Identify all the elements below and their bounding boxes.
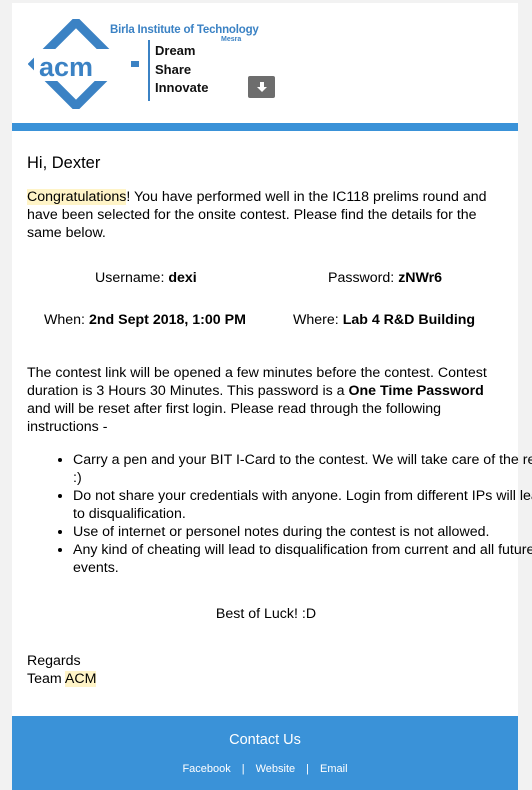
- when-value: 2nd Sept 2018, 1:00 PM: [88, 312, 246, 328]
- email-container: acm Birla Institute of Technology Mesra …: [12, 3, 532, 790]
- header-accent-bar: [12, 123, 518, 131]
- congrats-highlight: Congratulations: [27, 189, 127, 205]
- link-separator: |: [306, 763, 310, 775]
- when-detail: When: 2nd Sept 2018, 1:00 PM: [44, 311, 246, 329]
- instruction-item: Carry a pen and your BIT I-Card to the c…: [73, 451, 532, 487]
- password-detail: Password: zNWr6: [328, 269, 442, 287]
- username-label: Username:: [95, 270, 165, 286]
- regards: Regards: [27, 653, 81, 669]
- institute-subtitle: Mesra: [221, 36, 242, 43]
- team-prefix: Team: [27, 671, 65, 687]
- link-separator: |: [241, 763, 245, 775]
- username-detail: Username: dexi: [95, 269, 197, 287]
- contest-info-paragraph: The contest link will be opened a few mi…: [27, 364, 505, 436]
- when-label: When:: [44, 312, 86, 328]
- instruction-item: Use of internet or personel notes during…: [73, 523, 532, 541]
- logo-divider: [148, 40, 150, 101]
- download-arrow-icon: [256, 82, 267, 92]
- tagline-innovate: Innovate: [155, 80, 209, 95]
- website-link[interactable]: Website: [256, 763, 296, 775]
- signature: Team ACM: [27, 670, 97, 688]
- where-detail: Where: Lab 4 R&D Building: [293, 311, 475, 329]
- username-value: dexi: [168, 270, 197, 286]
- instruction-item: Any kind of cheating will lead to disqua…: [73, 541, 532, 577]
- instruction-item: Do not share your credentials with anyon…: [73, 487, 532, 523]
- password-value: zNWr6: [398, 270, 443, 286]
- best-of-luck: Best of Luck! :D: [215, 606, 317, 622]
- download-image-button[interactable]: [248, 76, 275, 98]
- email-footer: Contact Us Facebook | Website | Email: [12, 716, 518, 790]
- where-value: Lab 4 R&D Building: [342, 312, 476, 328]
- congrats-paragraph: Congratulations! You have performed well…: [27, 188, 505, 242]
- svg-text:acm: acm: [39, 52, 93, 82]
- info-text-2: and will be reset after first login. Ple…: [27, 401, 442, 435]
- contact-us-title: Contact Us: [229, 732, 301, 748]
- where-label: Where:: [293, 312, 339, 328]
- email-link[interactable]: Email: [320, 763, 348, 775]
- institute-name: Birla Institute of Technology: [110, 24, 259, 36]
- greeting: Hi, Dexter: [27, 154, 101, 172]
- email-header: acm Birla Institute of Technology Mesra …: [12, 3, 518, 123]
- tagline-share: Share: [155, 62, 192, 77]
- team-name-highlight: ACM: [64, 671, 97, 687]
- one-time-password-emphasis: One Time Password: [348, 383, 484, 399]
- tagline-dream: Dream: [155, 43, 196, 58]
- instructions-list: Carry a pen and your BIT I-Card to the c…: [27, 451, 532, 577]
- footer-links: Facebook | Website | Email: [12, 763, 518, 775]
- facebook-link[interactable]: Facebook: [182, 763, 230, 775]
- password-label: Password:: [328, 270, 395, 286]
